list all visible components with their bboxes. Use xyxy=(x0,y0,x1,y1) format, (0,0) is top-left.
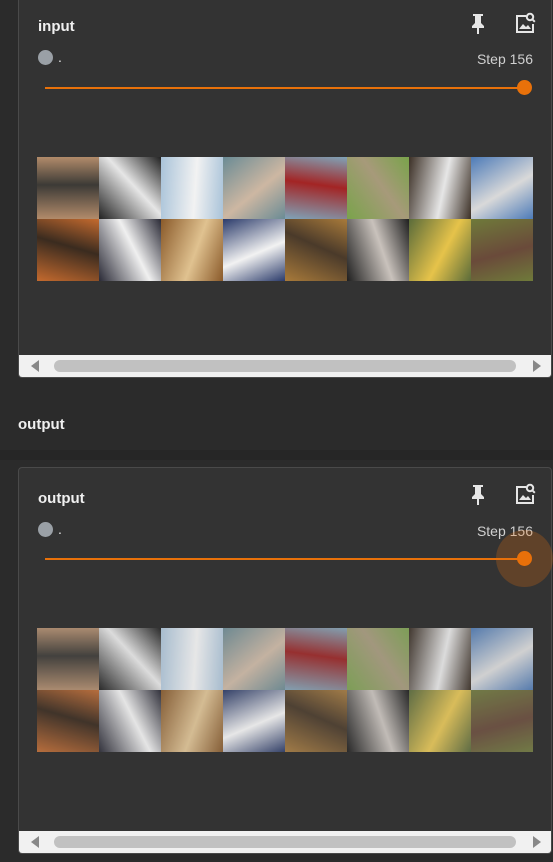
image-search-button[interactable] xyxy=(513,482,536,506)
card-title: output xyxy=(38,490,85,507)
horizontal-scrollbar[interactable] xyxy=(19,355,551,377)
image-tile xyxy=(223,219,285,281)
scroll-right-arrow[interactable] xyxy=(533,836,541,848)
image-tile xyxy=(223,628,285,690)
pin-button[interactable] xyxy=(467,11,489,35)
step-label: Step 156 xyxy=(476,51,533,67)
image-tile xyxy=(161,628,223,690)
section-title: output xyxy=(18,416,65,433)
step-slider-thumb[interactable] xyxy=(496,530,553,587)
image-search-icon xyxy=(516,12,536,33)
image-tile xyxy=(99,628,161,690)
step-slider[interactable] xyxy=(45,530,553,587)
scroll-right-arrow[interactable] xyxy=(533,360,541,372)
section-header-output[interactable]: output xyxy=(0,398,553,451)
image-grid xyxy=(37,628,533,752)
run-label: . xyxy=(58,49,62,65)
image-tile xyxy=(223,690,285,752)
run-color-dot xyxy=(38,50,53,65)
image-tile xyxy=(471,219,533,281)
image-tile xyxy=(409,690,471,752)
image-tile xyxy=(285,690,347,752)
image-tile xyxy=(223,157,285,219)
pin-icon xyxy=(472,14,484,34)
image-grid xyxy=(37,157,533,281)
image-tile xyxy=(37,690,99,752)
scroll-left-arrow[interactable] xyxy=(31,360,39,372)
scroll-left-arrow[interactable] xyxy=(31,836,39,848)
image-tile xyxy=(99,690,161,752)
image-tile xyxy=(347,219,409,281)
image-tile xyxy=(37,219,99,281)
image-tile xyxy=(347,628,409,690)
image-tile xyxy=(409,219,471,281)
scrollbar-thumb[interactable] xyxy=(54,836,516,848)
image-tile xyxy=(285,628,347,690)
pin-button[interactable] xyxy=(467,482,489,506)
image-tile xyxy=(347,157,409,219)
pin-icon xyxy=(472,485,484,505)
image-tile xyxy=(285,157,347,219)
image-tile xyxy=(161,690,223,752)
image-tile xyxy=(471,157,533,219)
run-label: . xyxy=(58,521,62,537)
image-tile xyxy=(99,157,161,219)
image-tile xyxy=(161,157,223,219)
image-tile xyxy=(37,157,99,219)
image-search-icon xyxy=(516,483,536,504)
image-tile xyxy=(471,628,533,690)
step-slider-thumb[interactable] xyxy=(517,80,532,95)
scrollbar-thumb[interactable] xyxy=(54,360,516,372)
image-tile xyxy=(161,219,223,281)
image-tile xyxy=(37,628,99,690)
image-tile xyxy=(409,157,471,219)
image-tile xyxy=(409,628,471,690)
step-slider[interactable] xyxy=(45,80,532,95)
slider-focus-halo xyxy=(496,530,553,587)
image-card-output: output . Step 156 xyxy=(18,467,553,854)
image-card-input: input . Step 156 xyxy=(18,0,552,378)
image-tile xyxy=(471,690,533,752)
horizontal-scrollbar[interactable] xyxy=(19,831,551,853)
section-divider xyxy=(0,450,553,460)
image-tile xyxy=(285,219,347,281)
run-color-dot xyxy=(38,522,53,537)
card-title: input xyxy=(38,18,75,35)
image-search-button[interactable] xyxy=(513,11,536,35)
image-tile xyxy=(347,690,409,752)
image-tile xyxy=(99,219,161,281)
